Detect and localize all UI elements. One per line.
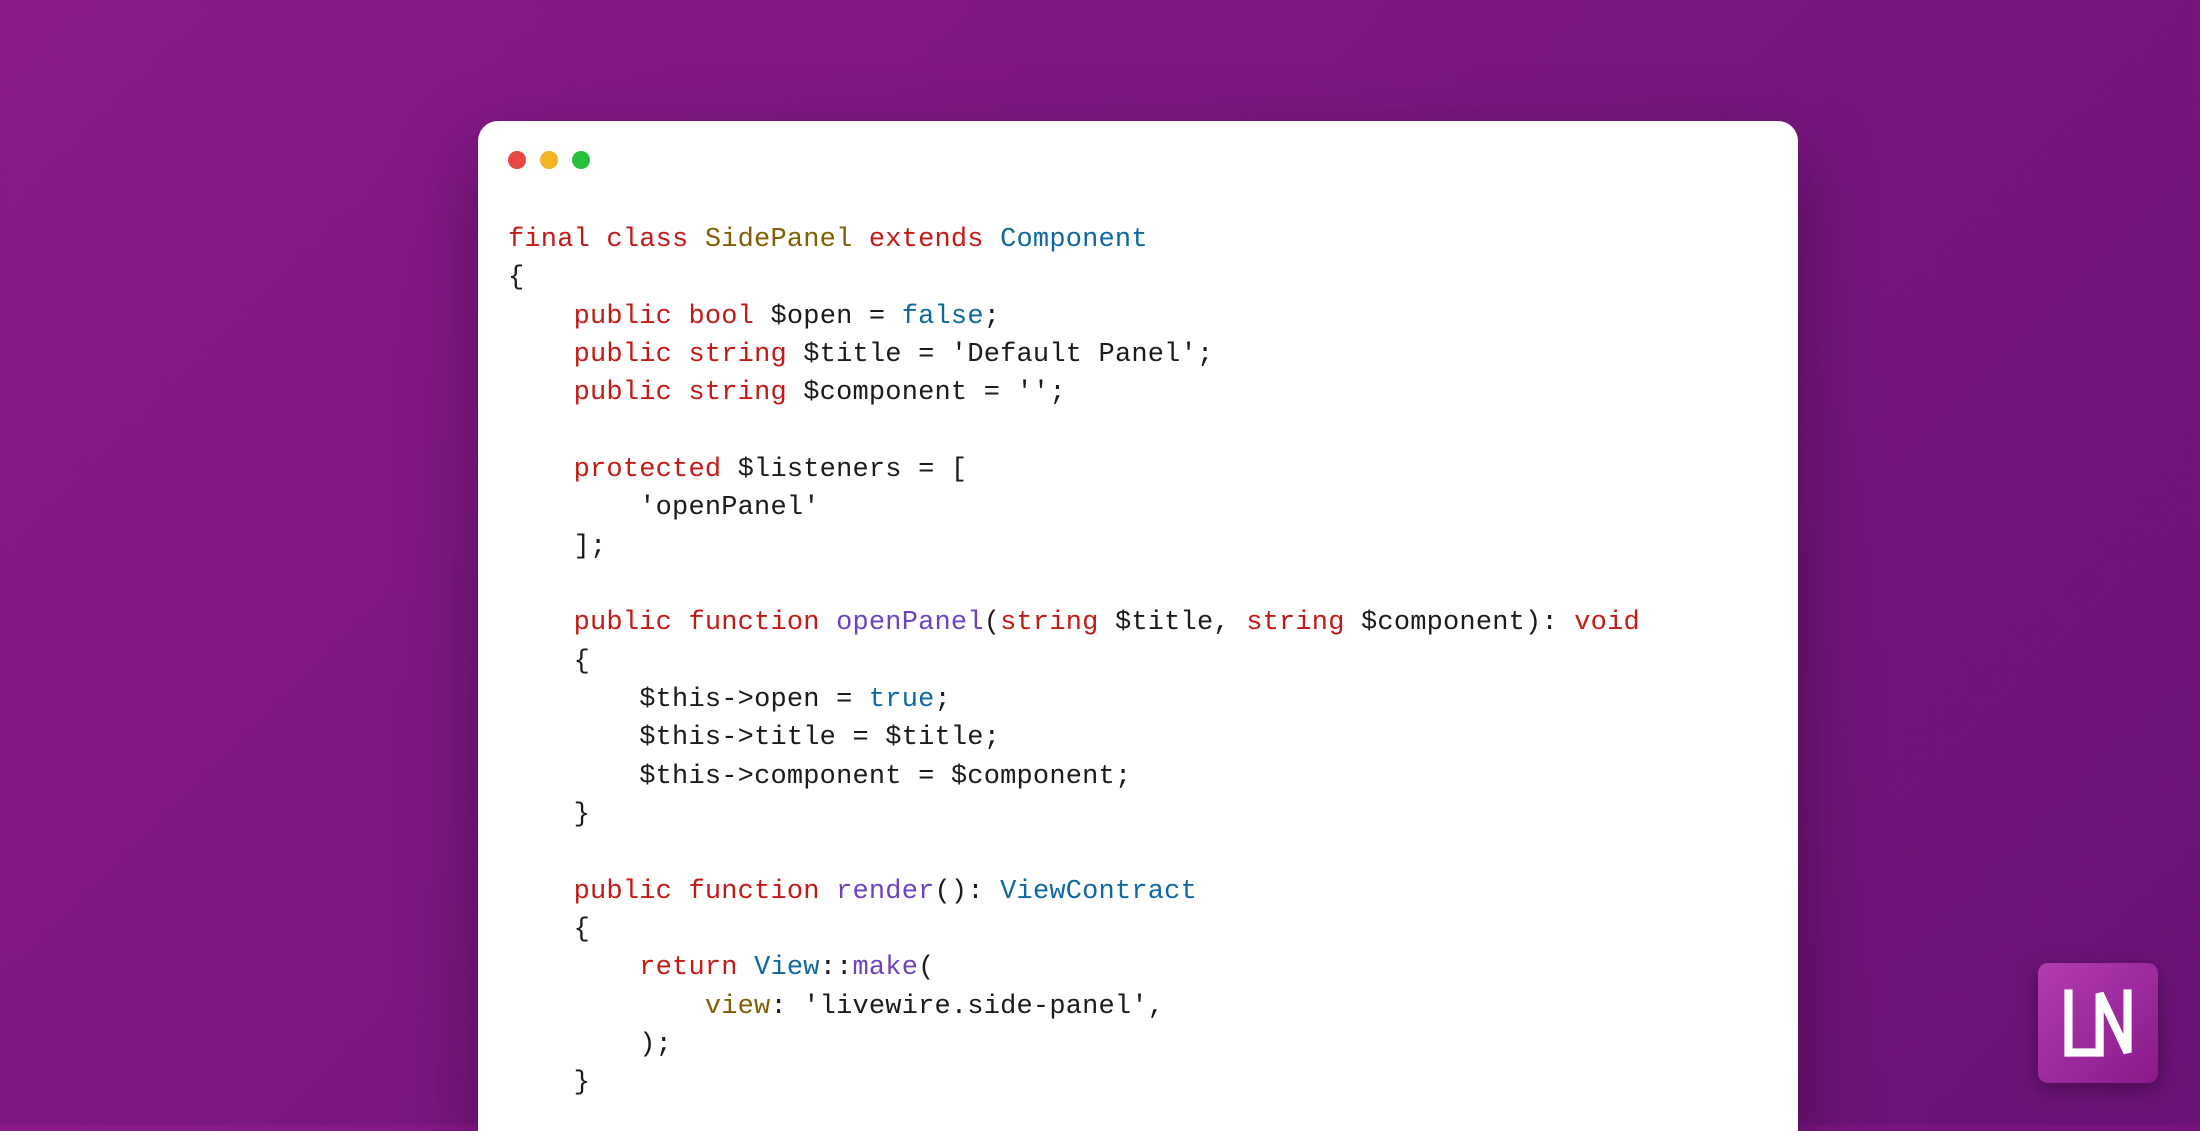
str-default-panel: 'Default Panel' [951,340,1197,370]
kw-function: function [688,608,819,638]
kw-return: return [639,953,737,983]
this: $this [639,685,721,715]
brand-logo [2038,963,2158,1083]
code-block: final class SidePanel extends Component … [478,199,1798,1103]
type-bool: bool [688,302,754,332]
fn-openpanel: openPanel [836,608,984,638]
cls-view: View [754,953,820,983]
fn-render: render [836,877,934,907]
kw-protected: protected [574,455,722,485]
code-window: final class SidePanel extends Component … [478,121,1798,1131]
brace: { [508,263,524,293]
kw-public: public [574,302,672,332]
fn-make: make [853,953,919,983]
window-zoom-dot[interactable] [572,151,590,169]
logo-ln-icon [2057,982,2139,1064]
window-titlebar [478,121,1798,199]
kw-class: class [606,225,688,255]
str-openpanel: 'openPanel' [639,493,819,523]
class-name: SidePanel [705,225,853,255]
indent [508,302,574,332]
bool-false: false [902,302,984,332]
window-minimize-dot[interactable] [540,151,558,169]
parent-class: Component [1000,225,1148,255]
window-close-dot[interactable] [508,151,526,169]
kw-final: final [508,225,590,255]
var-listeners: $listeners [738,455,902,485]
var-open: $open [770,302,852,332]
str-livewire: 'livewire.side-panel' [803,992,1147,1022]
kw-extends: extends [869,225,984,255]
label-view: view [705,992,771,1022]
var-component: $component [803,378,967,408]
ret-void: void [1574,608,1640,638]
ret-viewcontract: ViewContract [1000,877,1197,907]
stage: final class SidePanel extends Component … [0,0,2200,1125]
var-title: $title [803,340,901,370]
